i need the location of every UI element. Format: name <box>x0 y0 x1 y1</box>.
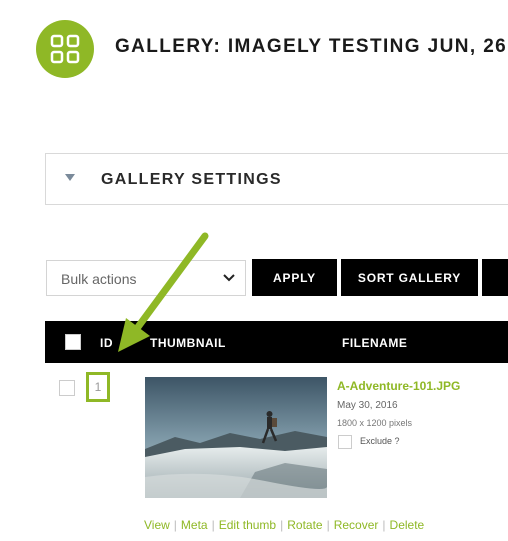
sort-gallery-button[interactable]: SORT GALLERY <box>341 259 478 296</box>
row-actions: View | Meta | Edit thumb | Rotate | Recover | Dele… <box>144 518 425 532</box>
image-id-highlight: 1 <box>86 372 110 402</box>
triangle-down-icon[interactable] <box>65 174 75 181</box>
filename-link[interactable]: A-Adventure-101.JPG <box>337 379 460 393</box>
chevron-down-icon <box>223 274 235 282</box>
row-checkbox[interactable] <box>59 380 75 396</box>
bulk-actions-value: Bulk actions <box>61 271 137 287</box>
table-header: ID THUMBNAIL FILENAME <box>45 321 508 363</box>
grid-icon <box>50 34 80 64</box>
gallery-settings-label: GALLERY SETTINGS <box>101 171 282 188</box>
bulk-actions-select[interactable]: Bulk actions <box>46 260 246 296</box>
page-title: GALLERY: IMAGELY TESTING JUN, 26 <box>115 36 508 57</box>
delete-link[interactable]: Delete <box>390 518 425 532</box>
edit-thumb-link[interactable]: Edit thumb <box>219 518 276 532</box>
view-link[interactable]: View <box>144 518 170 532</box>
column-header-thumbnail: THUMBNAIL <box>150 336 226 350</box>
image-date: May 30, 2016 <box>337 400 398 411</box>
image-dimensions: 1800 x 1200 pixels <box>337 418 413 428</box>
column-header-filename[interactable]: FILENAME <box>342 336 407 350</box>
rotate-link[interactable]: Rotate <box>287 518 322 532</box>
image-id: 1 <box>94 380 102 394</box>
meta-link[interactable]: Meta <box>181 518 208 532</box>
select-all-checkbox[interactable] <box>65 334 81 350</box>
exclude-checkbox[interactable] <box>338 435 352 449</box>
column-header-id[interactable]: ID <box>100 336 113 350</box>
thumbnail-photo <box>145 377 327 498</box>
apply-button[interactable]: APPLY <box>252 259 337 296</box>
image-thumbnail[interactable] <box>145 377 327 498</box>
gallery-logo <box>36 20 94 78</box>
gallery-settings-panel[interactable]: GALLERY SETTINGS <box>45 153 508 205</box>
more-button[interactable]: S <box>482 259 508 296</box>
recover-link[interactable]: Recover <box>334 518 379 532</box>
exclude-label: Exclude ? <box>360 436 400 446</box>
